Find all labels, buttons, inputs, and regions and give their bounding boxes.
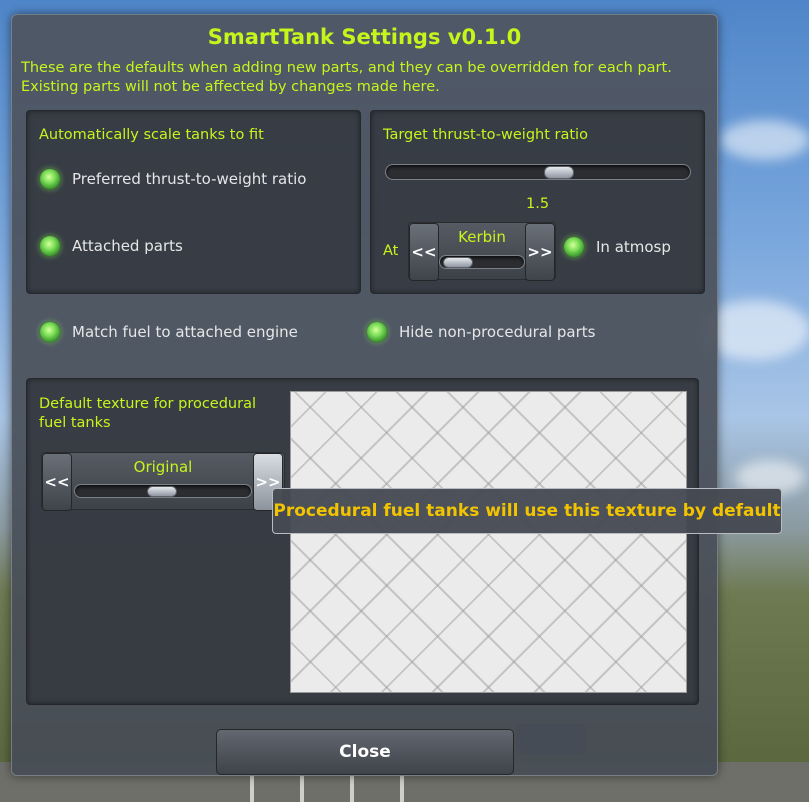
- toggle-in-atmosphere[interactable]: In atmosp: [564, 237, 671, 257]
- toggle-attached-parts-label: Attached parts: [72, 237, 183, 255]
- toggle-attached-parts[interactable]: Attached parts: [40, 236, 183, 256]
- texture-slider[interactable]: [74, 484, 252, 498]
- toggle-preferred-twr-label: Preferred thrust-to-weight ratio: [72, 170, 307, 188]
- body-slider-thumb[interactable]: [443, 257, 473, 268]
- toggle-on-indicator: [40, 322, 60, 342]
- body-slider[interactable]: [439, 255, 525, 269]
- texture-selector: << Original >>: [41, 452, 285, 511]
- close-button[interactable]: Close: [216, 729, 514, 775]
- toggle-match-fuel[interactable]: Match fuel to attached engine: [40, 322, 298, 342]
- texture-name: Original: [133, 458, 193, 476]
- twr-value: 1.5: [526, 196, 550, 212]
- toggle-on-indicator: [564, 237, 584, 257]
- smarttank-settings-window: SmartTank Settings v0.1.0 These are the …: [11, 14, 718, 776]
- texture-preview-image: [290, 391, 687, 693]
- toggle-in-atmosphere-label: In atmosp: [596, 238, 671, 256]
- toggle-hide-nonprocedural[interactable]: Hide non-procedural parts: [367, 322, 595, 342]
- toggle-on-indicator: [367, 322, 387, 342]
- auto-scale-panel: Automatically scale tanks to fit Preferr…: [26, 110, 361, 294]
- toggle-hide-nonprocedural-label: Hide non-procedural parts: [399, 323, 596, 341]
- toggle-preferred-twr[interactable]: Preferred thrust-to-weight ratio: [40, 169, 306, 189]
- toggle-on-indicator: [40, 236, 60, 256]
- texture-tooltip: Procedural fuel tanks will use this text…: [272, 488, 782, 534]
- celestial-body-selector: << Kerbin >>: [408, 222, 556, 281]
- window-title: SmartTank Settings v0.1.0: [207, 25, 522, 49]
- twr-slider[interactable]: [385, 164, 691, 180]
- at-label: At: [383, 243, 399, 259]
- target-twr-heading: Target thrust-to-weight ratio: [383, 127, 588, 143]
- twr-slider-thumb[interactable]: [544, 166, 574, 179]
- texture-heading: Default texture for procedural fuel tank…: [39, 396, 256, 431]
- toggle-match-fuel-label: Match fuel to attached engine: [72, 323, 298, 341]
- auto-scale-heading: Automatically scale tanks to fit: [39, 127, 264, 143]
- texture-slider-thumb[interactable]: [147, 486, 177, 497]
- window-description: These are the defaults when adding new p…: [21, 60, 672, 95]
- next-body-button[interactable]: >>: [525, 223, 555, 281]
- target-twr-panel: Target thrust-to-weight ratio 1.5 At << …: [370, 110, 705, 294]
- toggle-on-indicator: [40, 169, 60, 189]
